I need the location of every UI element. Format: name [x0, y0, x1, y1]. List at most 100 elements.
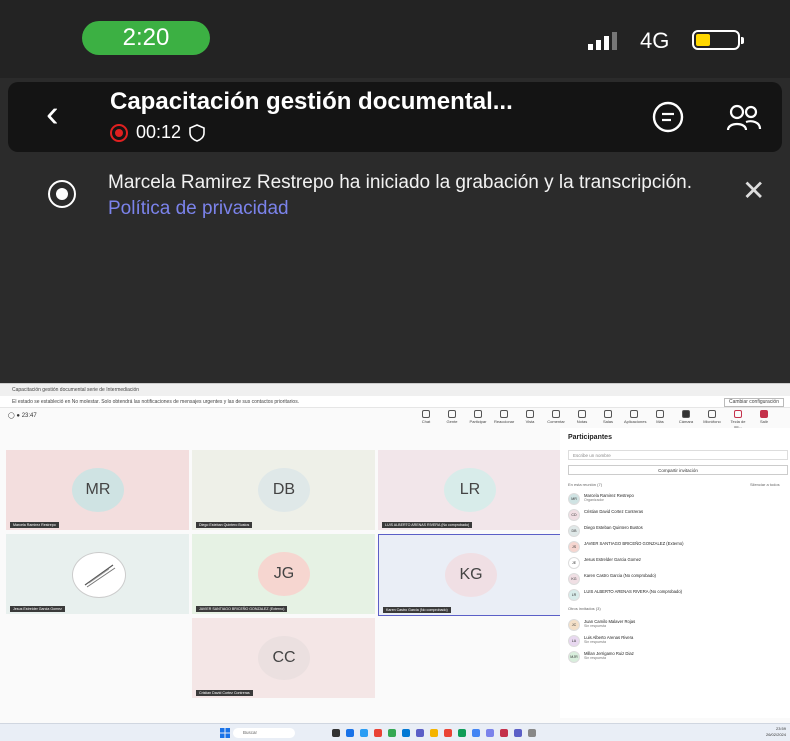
toolbar-icon-3 [500, 410, 508, 418]
participant-row[interactable]: KG Karen Castro Garcia (No comprobado) [568, 572, 788, 585]
shield-icon [189, 123, 205, 142]
windows-icon[interactable] [220, 728, 230, 738]
toolbar-label: Aplicaciones [624, 419, 647, 424]
participant-avatar: JE [568, 557, 580, 569]
banner-text: Marcela Ramirez Restrepo ha iniciado la … [108, 170, 708, 222]
participant-avatar: LR [568, 589, 580, 601]
video-tile[interactable]: Jesus Estrelder Garcia Gomez [6, 534, 189, 614]
taskbar-app-icon[interactable] [388, 729, 396, 737]
participant-row[interactable]: JE Jesus Estrelder Garcia Gomez [568, 556, 788, 569]
taskbar-search[interactable]: Buscar [233, 728, 295, 738]
participant-avatar: LA [568, 635, 580, 647]
close-icon[interactable]: ✕ [742, 174, 765, 207]
toolbar-button-12[interactable]: Tecla de co... [728, 410, 748, 429]
participant-row[interactable]: LA Luis Alberto Arenas Rivera Sin respuest… [568, 634, 788, 647]
participant-avatar: KG [568, 573, 580, 585]
toolbar-label: Micrófono [703, 419, 721, 424]
taskbar-app-icon[interactable] [430, 729, 438, 737]
taskbar-app-icon[interactable] [416, 729, 424, 737]
toolbar-icon-10 [682, 410, 690, 418]
participants-icon[interactable] [726, 100, 762, 136]
toolbar-button-8[interactable]: Aplicaciones [624, 410, 647, 424]
taskbar-app-icon[interactable] [500, 729, 508, 737]
taskbar-app-icon[interactable] [402, 729, 410, 737]
tile-name-label: Cristian David Cortez Contreras [196, 690, 253, 696]
privacy-link[interactable]: Política de privacidad [108, 198, 289, 219]
video-tile[interactable]: DB Diego Esteban Quintero Bustos [192, 450, 375, 530]
toolbar-icon-2 [474, 410, 482, 418]
video-tile[interactable]: LR LUIS ALBERTO ARENAS RIVERA (No comprob… [378, 450, 561, 530]
chat-icon[interactable] [650, 100, 686, 136]
toolbar-icon-13 [760, 410, 768, 418]
tile-name-label: Diego Esteban Quintero Bustos [196, 522, 253, 528]
taskbar: Buscar 23:59 26/02/2024 [0, 723, 790, 741]
taskbar-app-icon[interactable] [360, 729, 368, 737]
toolbar-icon-1 [448, 410, 456, 418]
toolbar-label: Vista [525, 419, 535, 424]
toolbar-button-0[interactable]: Chat [416, 410, 436, 424]
toolbar-icon-4 [526, 410, 534, 418]
recording-status: 00:12 [110, 122, 205, 143]
participant-status: Sin respuesta [584, 624, 606, 628]
taskbar-app-icon[interactable] [514, 729, 522, 737]
mute-all-button[interactable]: Silenciar a todos [750, 482, 780, 487]
participant-status: Organizador [584, 498, 604, 502]
toolbar-icon-6 [578, 410, 586, 418]
participant-row[interactable]: MR Marcela Ramirez Restrepo Organizador [568, 492, 788, 505]
taskbar-app-icon[interactable] [486, 729, 494, 737]
call-header: ‹ Capacitación gestión documental... 00:… [8, 82, 782, 152]
toolbar-label: Notas [576, 419, 588, 424]
share-invite-button[interactable]: Compartir invitación [568, 465, 788, 475]
toolbar-icon-8 [630, 410, 638, 418]
participant-name: JAVIER SANTIAGO BRICEÑO GONZALEZ (Extern… [584, 541, 684, 546]
toolbar-button-7[interactable]: Salas [598, 410, 618, 424]
participant-avatar: LR [444, 468, 496, 512]
video-tile[interactable]: CC Cristian David Cortez Contreras [192, 618, 375, 698]
invited-header[interactable]: Otros invitados (3) [568, 606, 601, 611]
toolbar-button-3[interactable]: Reaccionar [494, 410, 514, 424]
recording-icon [110, 123, 128, 142]
tile-name-label: JAVIER SANTIAGO BRICEÑO GONZALEZ (Extern… [196, 606, 288, 612]
toolbar-button-10[interactable]: Cámara [676, 410, 696, 424]
toolbar-button-2[interactable]: Participar [468, 410, 488, 424]
taskbar-app-icon[interactable] [528, 729, 536, 737]
taskbar-app-icon[interactable] [458, 729, 466, 737]
toolbar-button-9[interactable]: Más [650, 410, 670, 424]
in-meeting-header[interactable]: En esta reunión (7) [568, 482, 602, 487]
participant-avatar: MJR [568, 651, 580, 663]
taskbar-app-icon[interactable] [346, 729, 354, 737]
battery-icon [692, 30, 744, 50]
change-settings-button[interactable]: Cambiar configuración [723, 398, 784, 407]
toolbar-button-4[interactable]: Vista [520, 410, 540, 424]
participant-avatar: JG [258, 552, 310, 596]
participant-row[interactable]: JS JAVIER SANTIAGO BRICEÑO GONZALEZ (Exte… [568, 540, 788, 553]
participant-row[interactable]: JC Juan Camilo Malaver Rojas Sin respuesta [568, 618, 788, 631]
notification-text: El estado se estableció en No molestar. … [12, 399, 300, 405]
video-tile[interactable]: MR Marcela Ramirez Restrepo [6, 450, 189, 530]
network-label: 4G [640, 28, 670, 53]
taskbar-app-icon[interactable] [472, 729, 480, 737]
taskbar-app-icon[interactable] [444, 729, 452, 737]
toolbar-icon-11 [708, 410, 716, 418]
taskbar-app-icon[interactable] [374, 729, 382, 737]
toolbar-button-11[interactable]: Micrófono [702, 410, 722, 424]
toolbar-button-5[interactable]: Comentar [546, 410, 566, 424]
participant-row[interactable]: LR LUIS ALBERTO ARENAS RIVERA (No comprob… [568, 588, 788, 601]
video-tile[interactable]: KG Karen Castro Garcia (No comprobado) [378, 534, 563, 616]
participant-row[interactable]: CD Cristian David Cortez Contreras [568, 508, 788, 521]
video-tile[interactable]: JG JAVIER SANTIAGO BRICEÑO GONZALEZ (Exte… [192, 534, 375, 614]
toolbar-button-1[interactable]: Gente [442, 410, 462, 424]
panel-title: Participantes [568, 434, 612, 441]
back-icon[interactable]: ‹ [46, 94, 59, 134]
toolbar-label: Salir [759, 419, 768, 424]
toolbar-button-6[interactable]: Notas [572, 410, 592, 424]
participant-search[interactable]: Escribe un nombre [568, 450, 788, 460]
participants-panel: Participantes Escribe un nombre Comparti… [560, 428, 790, 718]
tile-name-label: Marcela Ramirez Restrepo [10, 522, 59, 528]
taskbar-app-icon[interactable] [332, 729, 340, 737]
toolbar-button-13[interactable]: Salir [754, 410, 774, 424]
toolbar-label: Comentar [547, 419, 565, 424]
participant-row[interactable]: DB Diego Esteban Quintero Bustos [568, 524, 788, 537]
participant-avatar: MR [72, 468, 124, 512]
participant-row[interactable]: MJR Millan Jerrigamo Ruiz Diaz Sin respues… [568, 650, 788, 663]
